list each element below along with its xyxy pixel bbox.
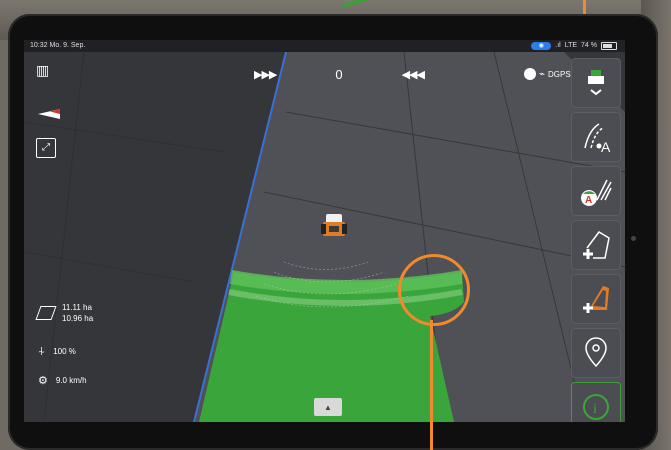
add-boundary-button[interactable] (571, 220, 621, 270)
add-boundary-icon (583, 231, 610, 259)
battery-icon (601, 42, 617, 50)
info-button[interactable]: i (571, 382, 621, 422)
headland-guidance-icon: A (581, 179, 612, 206)
info-icon: i (583, 394, 609, 420)
guidance-line-a-icon: A (584, 123, 611, 154)
zoom-extent-icon[interactable]: ⤢ (36, 138, 56, 158)
tractor-view-icon (588, 70, 604, 96)
offset-count: 0 (335, 66, 343, 82)
area-stat: 11.11 ha 10.96 ha (35, 302, 94, 324)
width-pct: 100 % (53, 347, 76, 356)
width-stat: ⍭ 100 % (38, 344, 76, 359)
right-arrows: ◀◀◀ (401, 68, 425, 81)
connection-pill: ◉ (531, 42, 552, 50)
status-right: ◉ .ıl LTE 74 % (531, 40, 617, 52)
add-field-icon (583, 286, 609, 313)
gps-label: DGPS (548, 69, 571, 79)
svg-text:A: A (585, 195, 592, 206)
highlight-circle (398, 254, 470, 326)
status-bar: 10:32 Mo. 9. Sep. ◉ .ıl LTE 74 % (24, 40, 625, 52)
svg-text:i: i (593, 402, 597, 417)
svg-text:A: A (601, 139, 611, 154)
working-width-icon: ⍭ (38, 344, 46, 358)
guidance-line-button[interactable]: A (571, 112, 621, 162)
section-control-button[interactable]: ▲ (314, 398, 342, 416)
area-icon (35, 306, 57, 320)
tractor-view-button[interactable] (571, 58, 621, 108)
location-pin-icon (585, 337, 607, 368)
left-arrows: ▶▶▶ (254, 68, 277, 81)
annotation-line (430, 320, 433, 450)
area-worked: 10.96 ha (62, 314, 94, 323)
location-button[interactable] (571, 328, 621, 378)
section-icon: ▲ (324, 402, 332, 412)
signal-icon: .ıl (555, 42, 561, 49)
gps-status: ⌁ DGPS (524, 68, 571, 80)
add-field-button[interactable] (571, 274, 621, 324)
status-time: 10:32 Mo. 9. Sep. (30, 40, 85, 52)
guidance-topbar: ▶▶▶ 0 ◀◀◀ (254, 64, 425, 84)
time-text: 10:32 (30, 42, 48, 49)
area-total: 11.11 ha (62, 303, 92, 312)
battery-text: 74 % (581, 42, 597, 49)
speed-icon: ⚙ (38, 375, 48, 387)
speed-value: 9.0 km/h (55, 376, 87, 385)
date-text: Mo. 9. Sep. (49, 42, 86, 49)
guidance-a-icon (524, 68, 536, 80)
compass-icon[interactable] (38, 106, 60, 119)
tractor-icon (321, 214, 347, 236)
headland-guidance-button[interactable]: A (571, 166, 621, 216)
field-layers-icon[interactable]: ▥ (36, 62, 49, 79)
app-screen: 10:32 Mo. 9. Sep. ◉ .ıl LTE 74 % ▶▶▶ 0 ◀… (24, 40, 625, 422)
camera (631, 236, 636, 241)
network-text: LTE (564, 42, 578, 49)
satellite-icon: ⌁ (539, 68, 546, 80)
speed-stat: ⚙ 9.0 km/h (38, 374, 87, 387)
